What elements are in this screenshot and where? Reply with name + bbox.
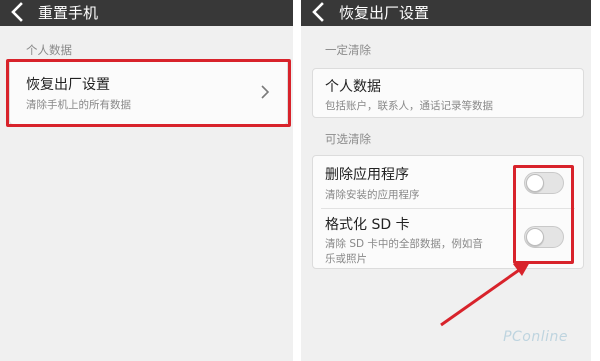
watermark: PConline	[503, 329, 568, 345]
delete-apps-title: 删除应用程序	[325, 167, 409, 183]
format-sd-title: 格式化 SD 卡	[325, 217, 410, 233]
format-sd-description-line2: 乐或照片	[325, 253, 367, 265]
factory-reset-screen: 恢复出厂设置 一定清除 个人数据 包括账户，联系人，通话记录等数据 可选清除 删…	[301, 0, 591, 361]
personal-data-item: 个人数据 包括账户，联系人，通话记录等数据	[312, 68, 584, 118]
back-arrow-icon[interactable]	[8, 2, 28, 22]
toggle-knob	[526, 228, 544, 246]
title-bar: 重置手机	[0, 0, 293, 26]
toggle-knob	[526, 174, 544, 192]
section-label-must-clear: 一定清除	[325, 43, 371, 57]
optional-clear-group: 删除应用程序 清除安装的应用程序 格式化 SD 卡 清除 SD 卡中的全部数据，…	[312, 155, 584, 269]
format-sd-description-line1: 清除 SD 卡中的全部数据，例如音	[325, 238, 483, 250]
back-arrow-icon[interactable]	[309, 2, 329, 22]
section-label-personal-data: 个人数据	[26, 43, 72, 57]
format-sd-toggle[interactable]	[524, 226, 564, 248]
factory-reset-title: 恢复出厂设置	[26, 77, 110, 93]
row-divider	[321, 208, 575, 209]
section-label-optional-clear: 可选清除	[325, 132, 371, 146]
reset-phone-screen: 重置手机 个人数据 恢复出厂设置 清除手机上的所有数据	[0, 0, 293, 361]
title-bar: 恢复出厂设置	[301, 0, 591, 26]
factory-reset-item[interactable]: 恢复出厂设置 清除手机上的所有数据	[9, 59, 288, 125]
delete-apps-toggle[interactable]	[524, 172, 564, 194]
chevron-right-icon	[261, 85, 270, 99]
delete-apps-description: 清除安装的应用程序	[325, 189, 420, 201]
personal-data-description: 包括账户，联系人，通话记录等数据	[325, 100, 493, 112]
page-title: 恢复出厂设置	[339, 4, 430, 22]
factory-reset-description: 清除手机上的所有数据	[26, 99, 131, 111]
personal-data-title: 个人数据	[325, 79, 381, 95]
page-title: 重置手机	[38, 4, 99, 22]
